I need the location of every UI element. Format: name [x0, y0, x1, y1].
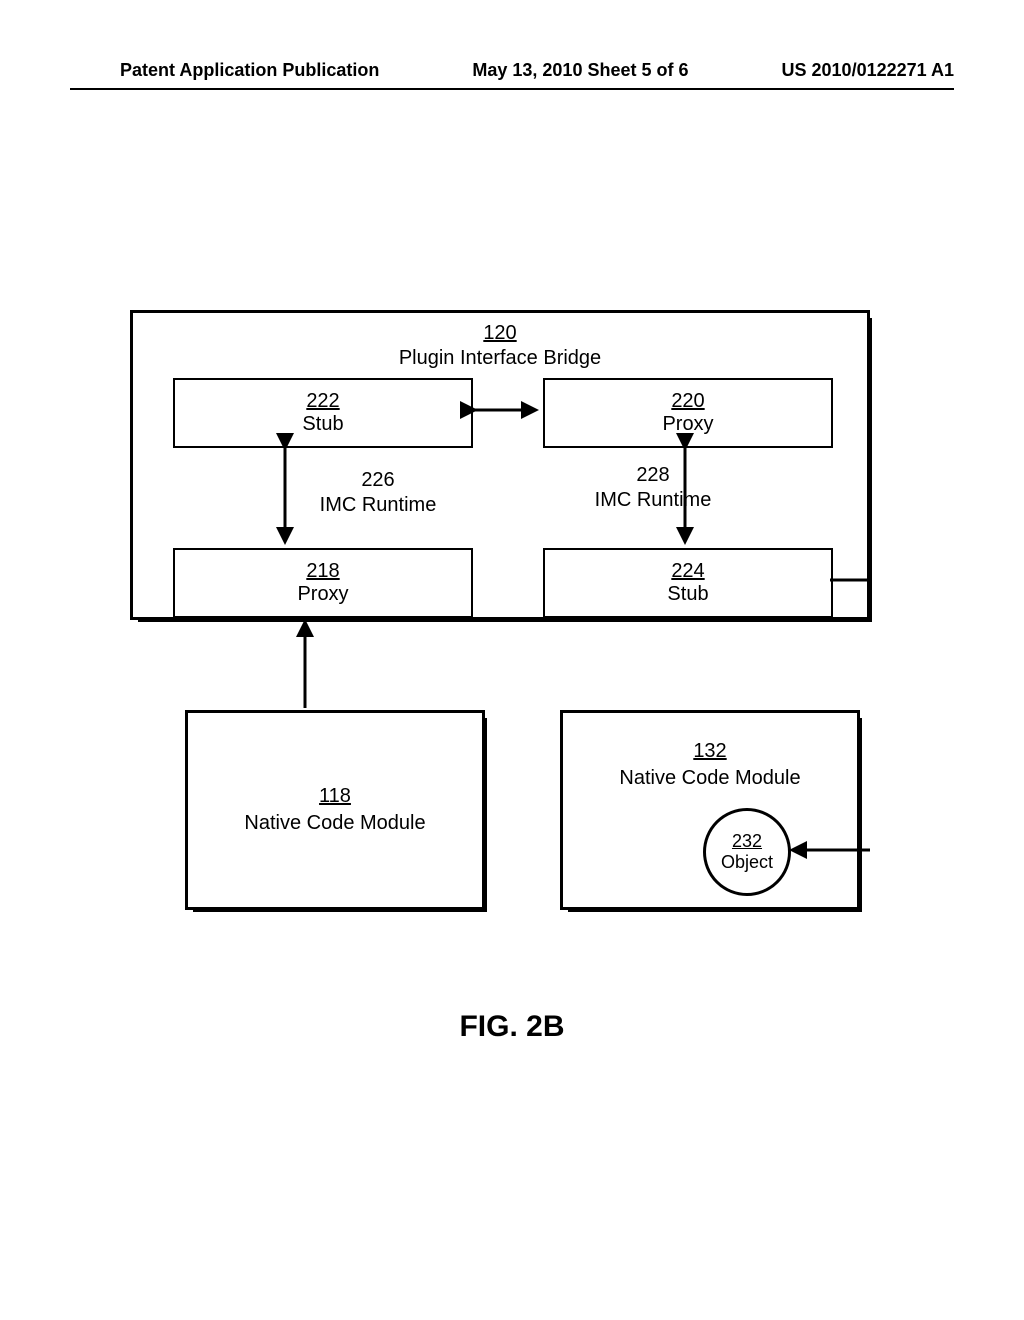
- box-220-label: Proxy: [662, 413, 713, 436]
- box-proxy-218: 218 Proxy: [173, 548, 473, 618]
- bridge-num: 120: [483, 322, 516, 344]
- box-stub-222: 222 Stub: [173, 378, 473, 448]
- imc-228-text: IMC Runtime: [595, 489, 712, 511]
- imc-226-label: 226 IMC Runtime: [298, 468, 458, 518]
- box-218-num: 218: [306, 560, 339, 583]
- diagram: 120 Plugin Interface Bridge 222 Stub 220…: [130, 310, 870, 950]
- native-code-module-118: 118 Native Code Module: [185, 710, 485, 910]
- bridge-label: Plugin Interface Bridge: [399, 347, 601, 369]
- plugin-interface-bridge: 120 Plugin Interface Bridge 222 Stub 220…: [130, 310, 870, 620]
- object-num: 232: [732, 831, 762, 852]
- box-224-num: 224: [671, 560, 704, 583]
- box-222-num: 222: [306, 390, 339, 413]
- imc-228-num: 228: [636, 464, 669, 486]
- header-rule: [70, 88, 954, 90]
- native-code-module-132: 132 Native Code Module 232 Object: [560, 710, 860, 910]
- ncm-132-label: Native Code Module: [619, 767, 800, 789]
- box-222-label: Stub: [302, 413, 343, 436]
- imc-228-label: 228 IMC Runtime: [573, 463, 733, 513]
- box-proxy-220: 220 Proxy: [543, 378, 833, 448]
- object-232: 232 Object: [703, 808, 791, 896]
- header-center: May 13, 2010 Sheet 5 of 6: [472, 60, 688, 81]
- box-220-num: 220: [671, 390, 704, 413]
- ncm-118-label: Native Code Module: [244, 812, 425, 834]
- ncm-118-text: 118 Native Code Module: [188, 783, 482, 837]
- header-right: US 2010/0122271 A1: [782, 60, 954, 81]
- imc-226-text: IMC Runtime: [320, 494, 437, 516]
- bridge-title: 120 Plugin Interface Bridge: [133, 321, 867, 371]
- figure-label: FIG. 2B: [0, 1010, 1024, 1044]
- ncm-132-num: 132: [693, 740, 726, 762]
- box-stub-224: 224 Stub: [543, 548, 833, 618]
- header-left: Patent Application Publication: [120, 60, 379, 81]
- ncm-118-num: 118: [319, 785, 351, 807]
- object-label: Object: [721, 852, 773, 873]
- box-224-label: Stub: [667, 583, 708, 606]
- ncm-132-text: 132 Native Code Module: [563, 738, 857, 792]
- box-218-label: Proxy: [297, 583, 348, 606]
- imc-226-num: 226: [361, 469, 394, 491]
- header: Patent Application Publication May 13, 2…: [0, 60, 1024, 81]
